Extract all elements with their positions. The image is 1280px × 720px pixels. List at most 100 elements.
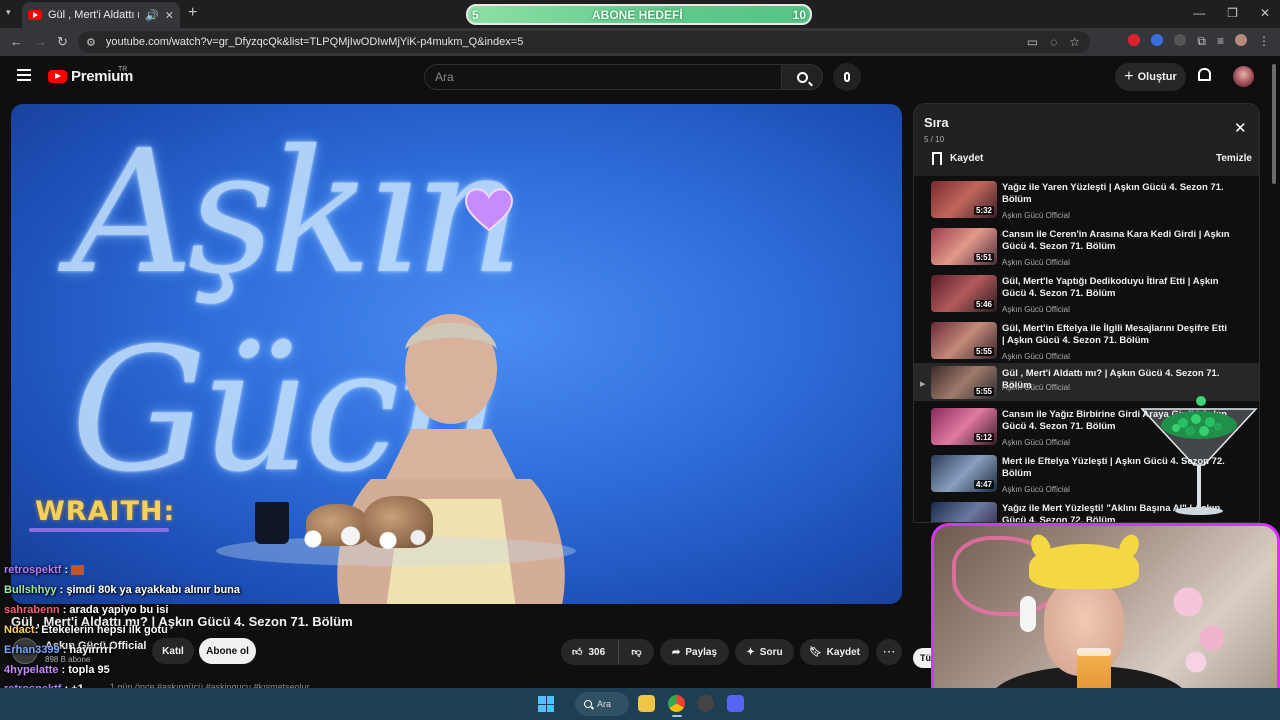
bookmark-star-icon[interactable]: ☆	[1069, 35, 1080, 49]
chrome-icon[interactable]	[668, 695, 685, 712]
flowers	[283, 524, 433, 554]
chat-user: Erhan3399	[4, 644, 60, 656]
playlist-item[interactable]: 5:55 Gül, Mert'in Eftelya ile İlgili Mes…	[914, 318, 1259, 364]
search-icon	[584, 700, 592, 708]
subscriber-count: 898 B abone	[45, 655, 91, 664]
video-thumbnail	[931, 502, 997, 522]
address-bar[interactable]: ⚙ youtube.com/watch?v=gr_DfyzqcQk&list=T…	[78, 31, 1090, 53]
bookmark-icon[interactable]	[932, 152, 942, 165]
heart-logo-icon	[465, 188, 513, 232]
tab-close-icon[interactable]: ✕	[165, 9, 174, 22]
join-button[interactable]: Katıl	[152, 638, 194, 664]
window-controls: — ❐ ✕	[1193, 6, 1270, 20]
playlist-item[interactable]: 5:32 Yağız ile Yaren Yüzleşti | Aşkın Gü…	[914, 177, 1259, 223]
playlist-item-channel: Aşkın Gücü Official	[1002, 485, 1070, 494]
youtube-logo-icon	[48, 70, 67, 83]
save-button[interactable]: 🔖︎ Kaydet	[800, 639, 869, 665]
browser-menu-icon[interactable]: ⋮	[1258, 34, 1270, 49]
hamburger-menu-icon[interactable]	[17, 69, 31, 81]
subscribe-button[interactable]: Abone ol	[199, 638, 256, 664]
file-explorer-icon[interactable]	[638, 695, 655, 712]
browser-tab[interactable]: Gül , Mert'i Aldattı mı? | Aşk 🔊 ✕	[22, 2, 180, 28]
playlist-item-channel: Aşkın Gücü Official	[1002, 438, 1070, 447]
taskbar-search-label: Ara	[597, 699, 612, 709]
thumbs-up-icon: 👍︎	[572, 647, 583, 658]
playlist-item-channel: Aşkın Gücü Official	[1002, 305, 1070, 314]
cast-icon[interactable]: ▭	[1027, 35, 1038, 49]
goal-target: 10	[792, 8, 806, 22]
media-controls-icon[interactable]: ≡	[1217, 34, 1224, 49]
share-button[interactable]: ➦ Paylaş	[660, 639, 729, 665]
forward-icon[interactable]: →	[34, 34, 47, 49]
extension-red-icon[interactable]	[1128, 34, 1141, 46]
duration-badge: 5:32	[973, 206, 994, 215]
video-thumbnail: 5:55	[931, 322, 997, 359]
windows-start-icon[interactable]	[538, 696, 554, 712]
playlist-save-button[interactable]: Kaydet	[950, 153, 983, 164]
tab-search-icon[interactable]: ▾	[6, 7, 11, 18]
search-button[interactable]	[781, 64, 823, 90]
playlist-clear-button[interactable]: Temizle	[1216, 153, 1252, 164]
reload-icon[interactable]: ↻	[57, 34, 68, 50]
omnibox-actions: ▭ ◌ ☆	[1027, 35, 1080, 49]
duration-badge: 5:51	[973, 253, 994, 262]
like-button[interactable]: 👍︎ 306	[561, 639, 619, 665]
create-button[interactable]: + Oluştur	[1115, 63, 1186, 91]
playlist-item[interactable]: 5:51 Cansın ile Ceren'in Arasına Kara Ke…	[914, 224, 1259, 270]
duration-badge: 5:55	[973, 347, 994, 356]
close-window-icon[interactable]: ✕	[1260, 6, 1270, 20]
obs-icon[interactable]	[697, 695, 714, 712]
search-input[interactable]: Ara	[424, 64, 782, 90]
back-icon[interactable]: ←	[10, 34, 23, 49]
hide-icon[interactable]: ◌	[1050, 35, 1057, 49]
bookmark-icon: 🔖︎	[808, 646, 822, 658]
close-icon[interactable]: ✕	[1234, 119, 1247, 137]
ask-button[interactable]: ✦ Soru	[735, 639, 794, 665]
video-thumbnail: 4:47	[931, 455, 997, 492]
chat-message: Ndact: Etekelerin hepsi ilk gotu	[4, 624, 168, 636]
discord-icon[interactable]	[727, 695, 744, 712]
playlist-item-channel: Aşkın Gücü Official	[1002, 258, 1070, 267]
duration-badge: 5:12	[973, 433, 994, 442]
chat-text: : hayirrrrr	[59, 644, 113, 656]
create-label: Oluştur	[1137, 71, 1177, 83]
youtube-header: Premium TR Ara + Oluştur	[0, 56, 1280, 100]
youtube-favicon-icon	[28, 10, 42, 20]
account-avatar[interactable]	[1233, 66, 1254, 87]
playlist-item[interactable]: 5:46 Gül, Mert'le Yaptığı Dedikoduyu İti…	[914, 271, 1259, 317]
chat-text: : Etekelerin hepsi ilk gotu	[34, 624, 168, 636]
site-info-icon[interactable]: ⚙	[86, 36, 96, 49]
chat-text: :	[61, 564, 72, 576]
taskbar-search[interactable]: Ara	[575, 692, 629, 716]
more-actions-button[interactable]: ⋯	[876, 639, 902, 665]
extensions-area: ⧉ ≡ ⋮	[1128, 34, 1270, 49]
extension-dark-icon[interactable]	[1174, 34, 1187, 46]
chat-message: Erhan3399 : hayirrrrr	[4, 644, 113, 656]
profile-avatar[interactable]	[1235, 34, 1247, 46]
voice-search-button[interactable]	[833, 63, 861, 91]
minimize-icon[interactable]: —	[1193, 6, 1205, 20]
sparkle-icon: ✦	[746, 646, 755, 658]
video-player[interactable]: Aşkın Gücü WRAITH:	[11, 104, 902, 604]
pikachu-hat	[1029, 544, 1139, 589]
chat-text: : şimdi 80k ya ayakkabı alınır buna	[56, 584, 240, 596]
browser-tab-strip: ▾ Gül , Mert'i Aldattı mı? | Aşk 🔊 ✕ + 5…	[0, 0, 1280, 28]
url-text: youtube.com/watch?v=gr_DfyzqcQk&list=TLP…	[105, 36, 524, 48]
chat-user: 4hypelatte	[4, 664, 59, 676]
extensions-puzzle-icon[interactable]: ⧉	[1197, 34, 1206, 49]
stream-overlay-name: WRAITH:	[35, 496, 176, 527]
playlist-item-title: Cansın ile Ceren'in Arasına Kara Kedi Gi…	[1002, 229, 1230, 252]
duration-badge: 4:47	[973, 480, 994, 489]
page-scrollbar[interactable]	[1272, 64, 1276, 184]
audio-icon[interactable]: 🔊	[145, 9, 159, 22]
restore-icon[interactable]: ❐	[1227, 6, 1238, 20]
browser-toolbar: ← → ↻ ⚙ youtube.com/watch?v=gr_DfyzqcQk&…	[0, 28, 1280, 56]
share-label: Paylaş	[685, 646, 718, 658]
notifications-bell-icon[interactable]	[1198, 68, 1211, 81]
overlay-underline	[29, 528, 169, 532]
playlist-item-title: Yağız ile Yaren Yüzleşti | Aşkın Gücü 4.…	[1002, 182, 1224, 205]
share-icon: ➦	[671, 646, 681, 658]
extension-blue-icon[interactable]	[1151, 34, 1164, 46]
dislike-button[interactable]: 👎︎	[619, 646, 654, 658]
new-tab-icon[interactable]: +	[188, 5, 197, 21]
